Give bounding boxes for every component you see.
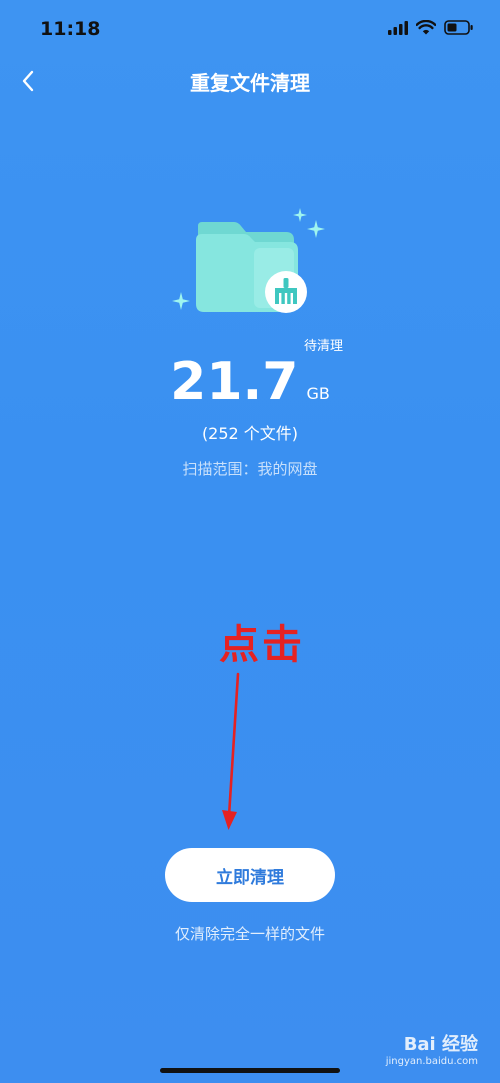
battery-icon [444, 20, 473, 35]
wifi-icon [416, 20, 436, 35]
size-unit: GB [306, 384, 330, 403]
sparkle-icon [307, 220, 325, 238]
arrow-down-icon [222, 672, 240, 830]
signal-icon [388, 20, 408, 35]
size-value: 21.7 [170, 352, 299, 412]
clean-now-button[interactable]: 立即清理 [165, 848, 335, 902]
status-bar: 11:18 [0, 0, 500, 60]
home-indicator[interactable] [160, 1068, 340, 1073]
status-time: 11:18 [40, 18, 101, 40]
file-count: (252 个文件) [201, 424, 299, 443]
watermark-brand: Bai 经验 [403, 1034, 478, 1055]
sparkle-icon [172, 292, 190, 310]
watermark-url: jingyan.baidu.com [385, 1056, 478, 1067]
scan-scope: 扫描范围：我的网盘 [182, 460, 318, 478]
page-title: 重复文件清理 [190, 71, 310, 95]
sparkle-icon [293, 208, 307, 222]
nav-bar: 重复文件清理 [0, 55, 500, 105]
status-icons [388, 20, 474, 35]
clean-note: 仅清除完全一样的文件 [174, 925, 325, 943]
annotation-label: 点击 [219, 622, 305, 668]
watermark: Bai 经验 jingyan.baidu.com [386, 1030, 478, 1067]
size-readout: 21.7 GB [0, 352, 500, 412]
